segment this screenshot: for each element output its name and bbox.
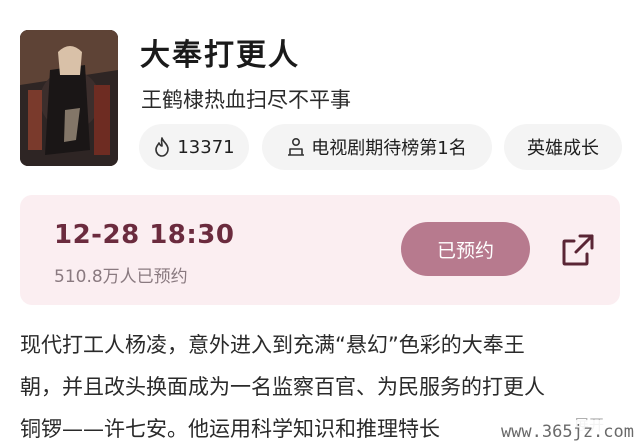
watermark: www.365jz.com (501, 420, 638, 444)
genre-tag[interactable]: 英雄成长 (504, 124, 622, 170)
genre-label: 英雄成长 (527, 138, 599, 159)
reservation-count: 510.8万人已预约 (54, 267, 188, 287)
show-title: 大奉打更人 (140, 38, 300, 73)
rank-tag[interactable]: 电视剧期待榜第1名 (262, 124, 492, 170)
rank-label: 电视剧期待榜第1名 (311, 138, 467, 159)
share-button[interactable] (558, 230, 598, 270)
description-line: 现代打工人杨凌，意外进入到充满“悬幻”色彩的大奉王 (20, 333, 525, 357)
share-icon (562, 234, 594, 266)
premiere-datetime: 12-28 18:30 (54, 220, 235, 250)
heat-value: 13371 (177, 136, 235, 158)
show-subtitle: 王鹤棣热血扫尽不平事 (141, 88, 351, 112)
show-detail-page: 大奉打更人 王鹤棣热血扫尽不平事 13371 电视剧期待榜第1名 英雄成长 12… (0, 0, 640, 447)
poster-image[interactable] (20, 30, 118, 166)
heat-tag[interactable]: 13371 (139, 124, 249, 170)
reserved-button[interactable]: 已预约 (401, 222, 530, 276)
flame-icon (155, 137, 170, 157)
description-line: 朝，并且改头换面成为一名监察百官、为民服务的打更人 (20, 375, 545, 399)
reservation-card (20, 195, 620, 305)
podium-icon (288, 137, 305, 156)
